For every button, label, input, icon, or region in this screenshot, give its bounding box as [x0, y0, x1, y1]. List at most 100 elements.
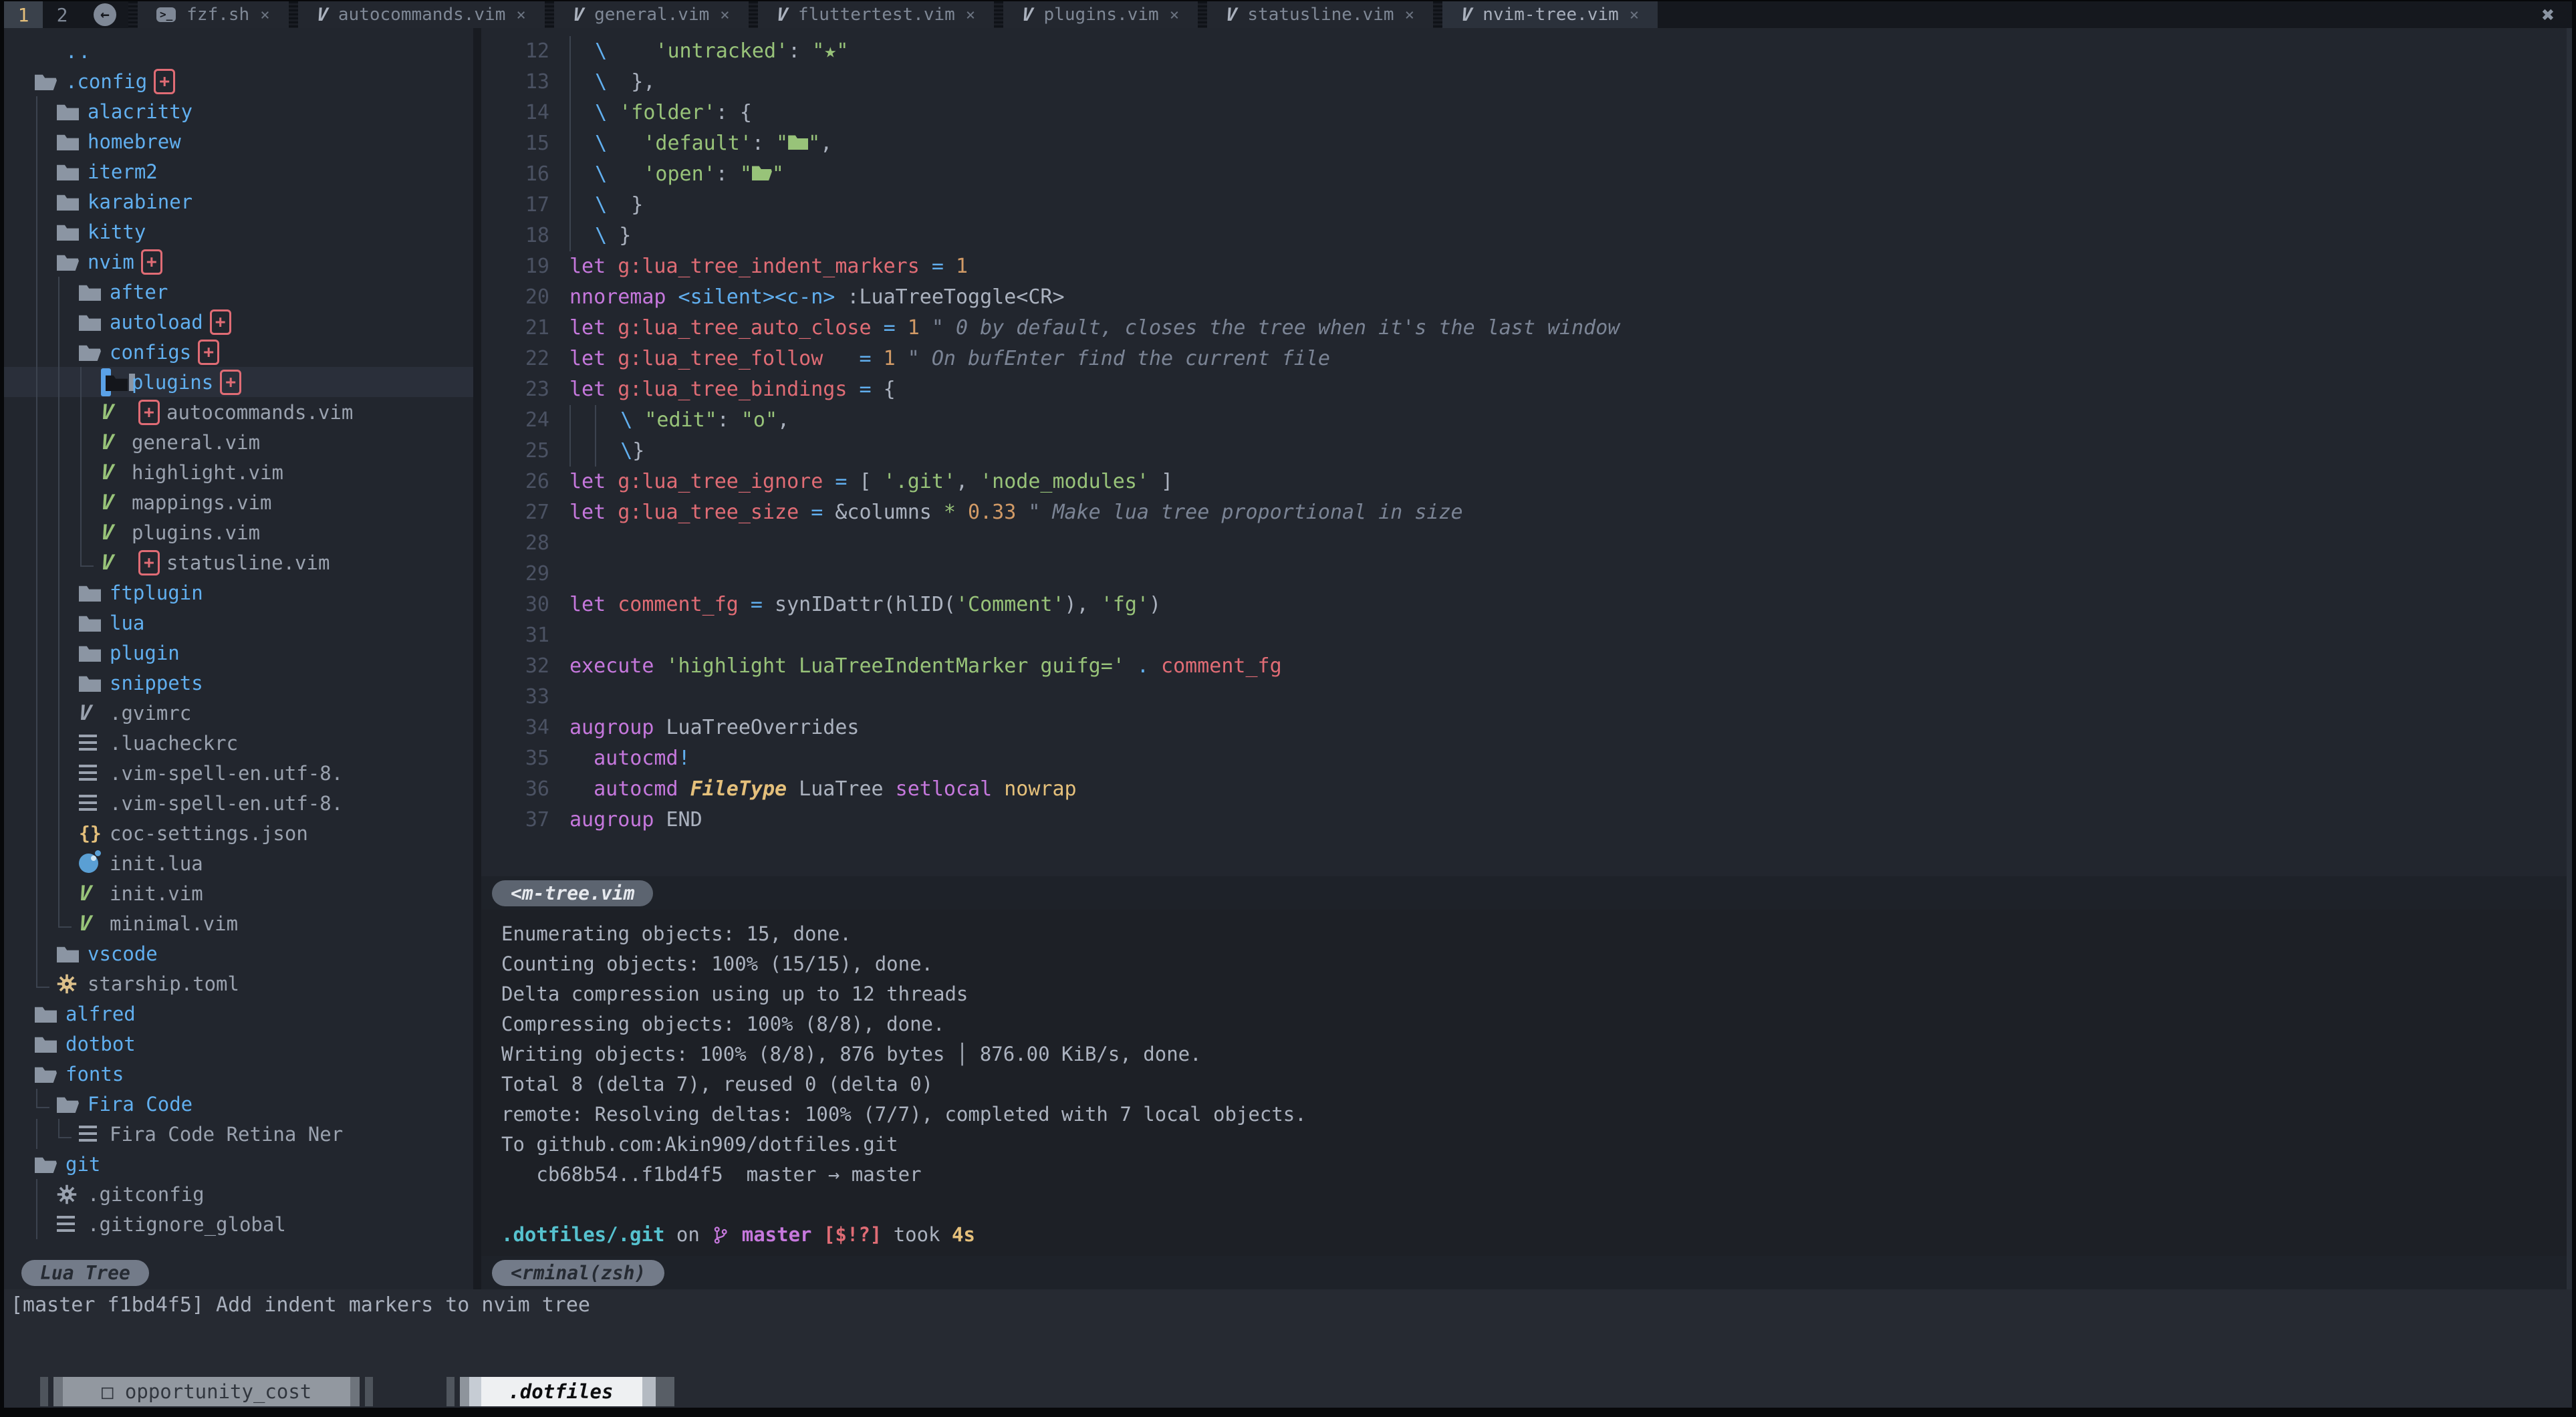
tree-item-alfred[interactable]: alfred: [4, 999, 473, 1029]
tree-item-init.vim[interactable]: Vinit.vim: [4, 878, 473, 908]
tree-item-..[interactable]: ..: [4, 36, 473, 66]
vim-file-icon: V: [100, 491, 114, 515]
tree-item-snippets[interactable]: snippets: [4, 668, 473, 698]
code-line: 19let g:lua_tree_indent_markers = 1: [481, 251, 2567, 282]
code-editor[interactable]: 12 \ 'untracked': "★"13 \ },14 \ 'folder…: [481, 28, 2567, 876]
scrollbar[interactable]: [2567, 28, 2572, 1289]
tree-item-git[interactable]: git: [4, 1149, 473, 1179]
tree-item-statusline.vim[interactable]: V+statusline.vim: [4, 547, 473, 577]
line-number: 35: [481, 743, 569, 774]
tree-indent: [35, 457, 57, 487]
terminal-icon: >_: [156, 7, 176, 22]
tab-plugins.vim[interactable]: Vplugins.vim×: [1003, 1, 1198, 28]
tree-indent: [35, 156, 57, 186]
tree-item-dotbot[interactable]: dotbot: [4, 1029, 473, 1059]
tab-general.vim[interactable]: Vgeneral.vim×: [554, 1, 749, 28]
tab-separator: [749, 1, 758, 28]
tab-close-icon[interactable]: ×: [966, 5, 975, 24]
terminal-line: Enumerating objects: 15, done.: [501, 919, 2567, 949]
tree-item-label: .vim-spell-en.utf-8.: [110, 762, 343, 785]
folder-icon: [79, 313, 101, 331]
tree-item-.vim-spell-en.utf-8.[interactable]: .vim-spell-en.utf-8.: [4, 758, 473, 788]
session-tab-2[interactable]: 2: [43, 1, 82, 28]
back-button[interactable]: ←: [82, 1, 128, 28]
tree-item-init.lua[interactable]: init.lua: [4, 848, 473, 878]
tree-item-label: Fira Code Retina Ner: [110, 1123, 343, 1146]
tab-close-icon[interactable]: ×: [1170, 5, 1179, 24]
tree-item-plugins[interactable]: plugins+: [4, 367, 473, 397]
tree-item-minimal.vim[interactable]: Vminimal.vim: [4, 908, 473, 938]
indent-guide: [569, 405, 583, 436]
tab-close-icon[interactable]: ×: [1630, 5, 1639, 24]
tree-indent: [35, 427, 57, 457]
tree-item-kitty[interactable]: kitty: [4, 217, 473, 247]
tree-item-.gvimrc[interactable]: V.gvimrc: [4, 698, 473, 728]
folder-open-icon: [35, 1155, 57, 1173]
tab-fluttertest.vim[interactable]: Vfluttertest.vim×: [758, 1, 995, 28]
tree-item-.luacheckrc[interactable]: .luacheckrc: [4, 728, 473, 758]
tree-item-karabiner[interactable]: karabiner: [4, 186, 473, 217]
git-new-badge: +: [154, 69, 175, 94]
tmux-window-active[interactable]: .dotfiles: [446, 1377, 674, 1406]
tree-item-after[interactable]: after: [4, 277, 473, 307]
tree-item-highlight.vim[interactable]: Vhighlight.vim: [4, 457, 473, 487]
tab-close-icon[interactable]: ×: [720, 5, 729, 24]
tree-item-plugins.vim[interactable]: Vplugins.vim: [4, 517, 473, 547]
tree-item-.vim-spell-en.utf-8.[interactable]: .vim-spell-en.utf-8.: [4, 788, 473, 818]
tree-item-general.vim[interactable]: Vgeneral.vim: [4, 427, 473, 457]
tree-item-.gitignore-global[interactable]: .gitignore_global: [4, 1209, 473, 1239]
tree-item-ftplugin[interactable]: ftplugin: [4, 577, 473, 608]
line-number: 28: [481, 528, 569, 559]
terminal-line: Compressing objects: 100% (8/8), done.: [501, 1009, 2567, 1039]
tree-item-nvim[interactable]: nvim+: [4, 247, 473, 277]
close-all-button[interactable]: ✖: [2542, 1, 2572, 28]
code-line: 13 \ },: [481, 67, 2567, 98]
tab-fzf.sh[interactable]: >_fzf.sh×: [138, 1, 289, 28]
tab-statusline.vim[interactable]: Vstatusline.vim×: [1207, 1, 1433, 28]
tree-indent: [57, 788, 79, 818]
tab-close-icon[interactable]: ×: [260, 5, 269, 24]
tree-item-starship.toml[interactable]: starship.toml: [4, 969, 473, 999]
tree-item-mappings.vim[interactable]: Vmappings.vim: [4, 487, 473, 517]
tree-item-autocommands.vim[interactable]: V+autocommands.vim: [4, 397, 473, 427]
tree-indent: [57, 668, 79, 698]
tab-close-icon[interactable]: ×: [516, 5, 525, 24]
tree-item-.gitconfig[interactable]: .gitconfig: [4, 1179, 473, 1209]
folder-open-icon: [57, 253, 79, 271]
terminal-pane[interactable]: Enumerating objects: 15, done.Counting o…: [481, 910, 2567, 1256]
tab-autocommands.vim[interactable]: Vautocommands.vim×: [298, 1, 545, 28]
tree-item-homebrew[interactable]: homebrew: [4, 126, 473, 156]
tree-item-Fira-Code-Retina-Ner[interactable]: Fira Code Retina Ner: [4, 1119, 473, 1149]
tree-item-configs[interactable]: configs+: [4, 337, 473, 367]
code-line: 18 \ }: [481, 221, 2567, 251]
line-number: 26: [481, 467, 569, 497]
folder-open-icon: [57, 1095, 79, 1113]
tree-item-label: plugin: [110, 642, 180, 664]
tree-item-coc-settings.json[interactable]: {}coc-settings.json: [4, 818, 473, 848]
app-window: 12 ← >_fzf.sh× Vautocommands.vim× Vgeneral…: [4, 1, 2572, 1408]
folder-open-glyph-icon: [752, 164, 772, 180]
session-tab-1[interactable]: 1: [4, 1, 43, 28]
tab-nvim-tree.vim[interactable]: Vnvim-tree.vim×: [1442, 1, 1658, 28]
line-number: 18: [481, 221, 569, 251]
tree-item-label: Fira Code: [88, 1093, 192, 1116]
file-tree-sidebar: ...config+alacrittyhomebrewiterm2karabin…: [4, 28, 481, 1289]
tree-item-.config[interactable]: .config+: [4, 66, 473, 96]
tree-item-Fira-Code[interactable]: Fira Code: [4, 1089, 473, 1119]
folder-icon: [79, 584, 101, 602]
code-line: 35 autocmd!: [481, 743, 2567, 774]
tree-item-plugin[interactable]: plugin: [4, 638, 473, 668]
tree-indent: [57, 277, 79, 307]
vim-icon: V: [1021, 5, 1035, 25]
tree-item-label: .luacheckrc: [110, 732, 238, 755]
tmux-window-inactive[interactable]: □ opportunity_cost: [40, 1377, 373, 1406]
tab-label: statusline.vim: [1247, 5, 1394, 25]
tree-item-vscode[interactable]: vscode: [4, 938, 473, 969]
vim-file-icon: V: [100, 551, 114, 575]
tree-item-iterm2[interactable]: iterm2: [4, 156, 473, 186]
tree-item-fonts[interactable]: fonts: [4, 1059, 473, 1089]
tree-item-autoload[interactable]: autoload+: [4, 307, 473, 337]
tree-item-alacritty[interactable]: alacritty: [4, 96, 473, 126]
tab-close-icon[interactable]: ×: [1405, 5, 1414, 24]
tree-item-lua[interactable]: lua: [4, 608, 473, 638]
